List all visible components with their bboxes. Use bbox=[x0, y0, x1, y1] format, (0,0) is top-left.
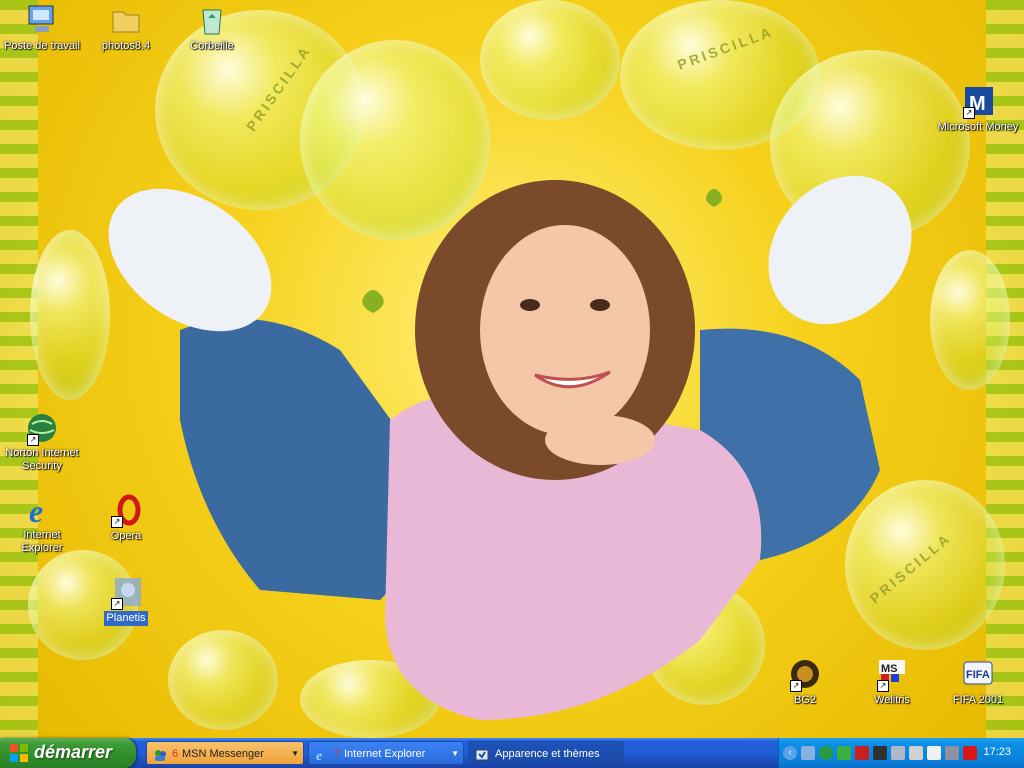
taskbar: démarrer 6 MSN Messenger ▼ e 7 Internet … bbox=[0, 738, 1024, 768]
desktop-icon-microsoft-money[interactable]: M ↗ Microsoft Money bbox=[935, 85, 1021, 135]
computer-icon bbox=[25, 4, 59, 36]
icon-label: Corbeille bbox=[190, 40, 234, 52]
desktop[interactable]: PRISCILLA PRISCILLA PRISCILLA Poste de t… bbox=[0, 0, 1024, 738]
chevron-down-icon: ▼ bbox=[451, 749, 459, 758]
desktop-icon-planetis[interactable]: ↗ Planetis bbox=[86, 576, 166, 626]
opera-icon: ↗ bbox=[109, 494, 143, 528]
antivirus-icon[interactable] bbox=[963, 746, 977, 760]
icon-label: Opera bbox=[110, 530, 142, 542]
task-count: 7 bbox=[334, 748, 341, 760]
icon-label: Internet Explorer bbox=[21, 529, 63, 554]
internet-explorer-icon: e bbox=[25, 493, 59, 529]
desktop-icon-poste-de-travail[interactable]: Poste de travail bbox=[2, 4, 82, 54]
icon-label: BG2 bbox=[793, 694, 816, 706]
task-apparence-et-themes[interactable]: Apparence et thèmes bbox=[468, 741, 624, 765]
clock[interactable]: 17:23 bbox=[983, 746, 1011, 758]
recycle-bin-icon bbox=[195, 4, 229, 36]
money-icon: M ↗ bbox=[961, 85, 995, 119]
desktop-icon-welltris[interactable]: MS ↗ Welltris bbox=[852, 658, 932, 708]
windows-flag-icon bbox=[10, 744, 28, 762]
bg2-icon: ↗ bbox=[788, 658, 822, 692]
folder-icon bbox=[109, 4, 143, 36]
desktop-icon-opera[interactable]: ↗ Opera bbox=[86, 494, 166, 544]
task-count: 6 bbox=[172, 748, 179, 760]
desktop-icon-norton[interactable]: ↗ Norton Internet Security bbox=[2, 412, 82, 474]
icon-label: FIFA 2001 bbox=[952, 694, 1004, 706]
svg-text:MS: MS bbox=[881, 663, 898, 675]
shortcut-arrow-icon: ↗ bbox=[963, 107, 975, 119]
svg-text:FIFA: FIFA bbox=[966, 669, 990, 681]
keyboard-icon[interactable] bbox=[891, 746, 905, 760]
messenger-icon[interactable] bbox=[837, 746, 851, 760]
network-icon[interactable] bbox=[801, 746, 815, 760]
text-icon[interactable] bbox=[927, 746, 941, 760]
icon-label: Microsoft Money bbox=[937, 121, 1019, 133]
desktop-icon-corbeille[interactable]: Corbeille bbox=[172, 4, 252, 54]
icon-label: Welltris bbox=[874, 694, 910, 706]
fifa-icon: FIFA bbox=[961, 658, 995, 690]
font-icon[interactable] bbox=[909, 746, 923, 760]
globe-icon[interactable] bbox=[819, 746, 833, 760]
system-tray: ‹ 17:23 bbox=[778, 738, 1024, 768]
svg-text:e: e bbox=[316, 749, 322, 762]
desktop-icon-bg2[interactable]: ↗ BG2 bbox=[765, 658, 845, 708]
volume-icon[interactable] bbox=[945, 746, 959, 760]
start-label: démarrer bbox=[34, 742, 113, 762]
task-label: Apparence et thèmes bbox=[495, 748, 600, 760]
chevron-down-icon: ▼ bbox=[291, 749, 299, 758]
internet-explorer-icon: e bbox=[315, 747, 329, 764]
welltris-icon: MS ↗ bbox=[875, 658, 909, 692]
task-internet-explorer[interactable]: e 7 Internet Explorer ▼ bbox=[308, 741, 464, 765]
shortcut-arrow-icon: ↗ bbox=[790, 680, 802, 692]
globe-icon: ↗ bbox=[25, 412, 59, 446]
shortcut-arrow-icon: ↗ bbox=[877, 680, 889, 692]
ati-icon[interactable] bbox=[855, 746, 869, 760]
icon-label: Norton Internet Security bbox=[5, 447, 79, 472]
desktop-icon-internet-explorer[interactable]: e Internet Explorer bbox=[2, 493, 82, 556]
chevron-left-icon[interactable]: ‹ bbox=[783, 746, 797, 760]
planetis-icon: ↗ bbox=[109, 576, 143, 610]
icon-label: Poste de travail bbox=[4, 40, 80, 52]
task-msn-messenger[interactable]: 6 MSN Messenger ▼ bbox=[146, 741, 304, 765]
control-panel-icon bbox=[475, 747, 489, 761]
svg-text:e: e bbox=[29, 494, 43, 526]
wallpaper-photo-girl bbox=[108, 175, 912, 720]
shortcut-arrow-icon: ↗ bbox=[27, 434, 39, 446]
task-label: Internet Explorer bbox=[344, 748, 426, 760]
desktop-icon-fifa[interactable]: FIFA FIFA 2001 bbox=[938, 658, 1018, 708]
icon-label: Planetis bbox=[104, 611, 148, 626]
start-button[interactable]: démarrer bbox=[0, 738, 136, 768]
shortcut-arrow-icon: ↗ bbox=[111, 516, 123, 528]
messenger-icon bbox=[153, 747, 167, 761]
desktop-icon-photos[interactable]: photos8.4 bbox=[86, 4, 166, 54]
task-label: MSN Messenger bbox=[182, 748, 264, 760]
icon-label: photos8.4 bbox=[101, 40, 151, 52]
shortcut-arrow-icon: ↗ bbox=[111, 598, 123, 610]
isdn-icon[interactable] bbox=[873, 746, 887, 760]
